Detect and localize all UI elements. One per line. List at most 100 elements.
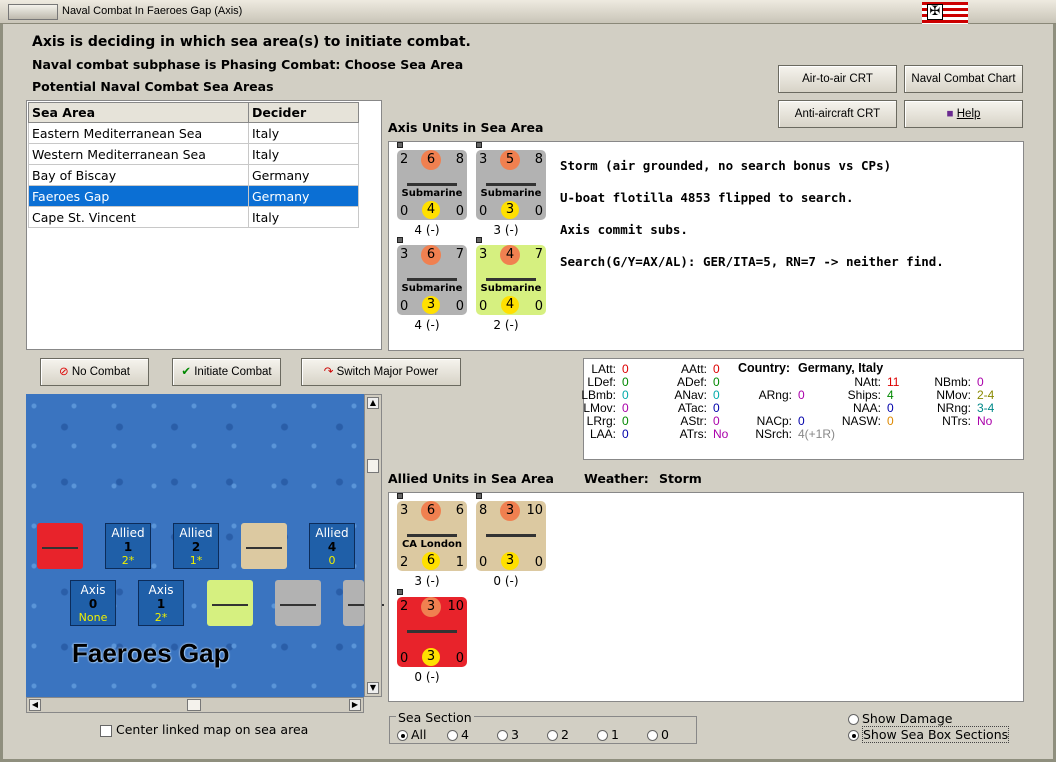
- table-row[interactable]: Cape St. Vincent Italy: [28, 206, 359, 228]
- asw-value: 3: [422, 648, 440, 666]
- map-unit-counter[interactable]: [343, 580, 384, 626]
- section-radio[interactable]: 1: [597, 727, 647, 742]
- sea-box-axis[interactable]: Axis 0 None: [70, 580, 116, 626]
- sea-area-cell: Western Mediterranean Sea: [28, 143, 249, 165]
- scroll-right-icon[interactable]: ▶: [349, 699, 361, 711]
- section-radio[interactable]: 4: [447, 727, 497, 742]
- table-row[interactable]: Bay of Biscay Germany: [28, 164, 359, 186]
- subphase-text: Naval combat subphase is Phasing Combat:…: [32, 57, 464, 72]
- column-header[interactable]: Decider: [248, 102, 359, 123]
- movement-value: 8: [455, 152, 464, 167]
- anti-aircraft-crt-button[interactable]: Anti-aircraft CRT: [778, 100, 897, 128]
- scroll-thumb[interactable]: [187, 699, 201, 711]
- unit-counter[interactable]: 3 5 8 Submarine 0 3 0: [476, 150, 546, 220]
- scroll-up-icon[interactable]: ▲: [367, 397, 379, 409]
- stat-value: 4: [887, 388, 894, 402]
- table-row-selected[interactable]: Faeroes Gap Germany: [28, 185, 359, 207]
- unit-count: 3 (-): [414, 574, 440, 588]
- unit-counter[interactable]: 2 3 10 0 3 0: [397, 597, 467, 667]
- help-button[interactable]: ■ Help: [904, 100, 1023, 128]
- radio-icon[interactable]: [547, 730, 558, 741]
- center-linked-map-checkbox[interactable]: Center linked map on sea area: [100, 722, 308, 737]
- checkbox-icon[interactable]: [100, 724, 112, 737]
- air-to-air-crt-button[interactable]: Air-to-air CRT: [778, 65, 897, 93]
- table-row[interactable]: Western Mediterranean Sea Italy: [28, 143, 359, 165]
- stat-value: 4(+1R): [798, 427, 836, 441]
- stat-value: 0: [622, 427, 629, 441]
- radio-icon[interactable]: [647, 730, 658, 741]
- sea-box-axis[interactable]: Axis 1 2*: [138, 580, 184, 626]
- table-row[interactable]: Eastern Mediterranean Sea Italy: [28, 122, 359, 144]
- center-linked-label: Center linked map on sea area: [115, 722, 309, 737]
- map-unit-counter[interactable]: [275, 580, 321, 626]
- germany-flag-icon: ✠: [922, 2, 968, 24]
- map-unit-counter[interactable]: [241, 523, 287, 569]
- show-sections-radio[interactable]: Show Sea Box Sections: [848, 726, 1010, 743]
- unit-counter[interactable]: 3 6 7 Submarine 0 3 0: [397, 245, 467, 315]
- box-number: 1: [156, 597, 166, 611]
- help-label: Help: [956, 108, 981, 120]
- sea-box-allied[interactable]: Allied 1 2*: [105, 523, 151, 569]
- map-unit-counter[interactable]: [207, 580, 253, 626]
- switch-major-power-button[interactable]: ↷ Switch Major Power: [301, 358, 461, 386]
- ship-silhouette-icon: [407, 619, 457, 633]
- stat-label: LBmb:: [581, 388, 616, 402]
- scroll-thumb[interactable]: [367, 459, 379, 473]
- radio-icon[interactable]: [447, 730, 458, 741]
- section-radio[interactable]: 3: [497, 727, 547, 742]
- map-unit-counter[interactable]: [37, 523, 83, 569]
- pip-icon: [397, 237, 403, 243]
- sea-box-allied[interactable]: Allied 2 1*: [173, 523, 219, 569]
- decider-cell: Italy: [248, 143, 359, 165]
- aa-value: 0: [479, 204, 488, 219]
- ship-silhouette-icon: [212, 600, 248, 606]
- stat-value: 0: [713, 375, 720, 389]
- unit-count: 0 (-): [493, 574, 519, 588]
- defense-value: 5: [500, 150, 520, 170]
- unit-counter[interactable]: 3 6 6 CA London 2 6 1: [397, 501, 467, 571]
- box-side: Axis: [148, 583, 174, 597]
- pip-icon: [397, 589, 403, 595]
- show-sections-label: Show Sea Box Sections: [862, 726, 1010, 743]
- radio-icon[interactable]: [848, 714, 859, 725]
- stat-label: LAA:: [589, 427, 616, 441]
- movement-value: 10: [447, 599, 464, 614]
- initiate-combat-label: Initiate Combat: [194, 366, 272, 378]
- asw-value: 4: [422, 201, 440, 219]
- section-radio[interactable]: 2: [547, 727, 597, 742]
- naval-combat-chart-button[interactable]: Naval Combat Chart: [904, 65, 1023, 93]
- radio-icon[interactable]: [848, 730, 859, 741]
- radio-icon[interactable]: [397, 730, 408, 741]
- section-radio[interactable]: 0: [647, 727, 697, 742]
- column-header[interactable]: Sea Area: [28, 102, 249, 123]
- stat-value: 0: [887, 414, 894, 428]
- attack-value: 3: [479, 152, 488, 167]
- stat-label: ARng:: [758, 388, 792, 402]
- asw-value: 6: [422, 552, 440, 570]
- initiate-combat-button[interactable]: ✔ Initiate Combat: [172, 358, 281, 386]
- ship-silhouette-icon: [42, 543, 78, 549]
- map-vertical-scrollbar[interactable]: ▲ ▼: [364, 394, 382, 697]
- unit-counter[interactable]: 8 3 10 0 3 0: [476, 501, 546, 571]
- stat-label: LMov:: [583, 401, 616, 415]
- radio-icon[interactable]: [597, 730, 608, 741]
- range-value: 0: [534, 299, 543, 314]
- pip-icon: [476, 493, 482, 499]
- map-horizontal-scrollbar[interactable]: ◀ ▶: [26, 697, 364, 713]
- sea-box-allied[interactable]: Allied 4 0: [309, 523, 355, 569]
- section-radio[interactable]: All: [397, 727, 447, 742]
- unit-count: 4 (-): [414, 223, 440, 237]
- unit-counter[interactable]: 2 6 8 Submarine 0 4 0: [397, 150, 467, 220]
- no-combat-button[interactable]: ⊘ No Combat: [40, 358, 149, 386]
- scroll-left-icon[interactable]: ◀: [29, 699, 41, 711]
- radio-icon[interactable]: [497, 730, 508, 741]
- unit-counter[interactable]: 3 4 7 Submarine 0 4 0: [476, 245, 546, 315]
- scroll-down-icon[interactable]: ▼: [367, 682, 379, 694]
- unit-count: 4 (-): [414, 318, 440, 332]
- box-side: Axis: [80, 583, 106, 597]
- unit-name: CA London: [401, 539, 463, 550]
- country-label: Country:: [738, 361, 791, 375]
- show-damage-radio[interactable]: Show Damage: [848, 711, 952, 726]
- system-menu-button[interactable]: [8, 4, 58, 20]
- unit-name: Submarine: [480, 283, 542, 294]
